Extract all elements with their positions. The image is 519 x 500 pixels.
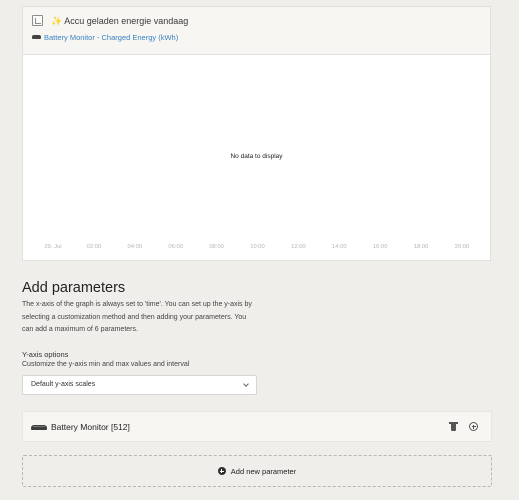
parameter-row: Battery Monitor [512] xyxy=(22,411,492,442)
x-tick-label: 06:00 xyxy=(168,244,183,250)
yaxis-scale-select[interactable]: Default y-axis scales xyxy=(22,375,257,395)
x-tick-label: 20:00 xyxy=(454,244,470,250)
add-new-parameter-label: Add new parameter xyxy=(230,466,297,476)
x-tick-label: 16:00 xyxy=(372,244,388,250)
parameter-label: Battery Monitor [512] xyxy=(51,422,130,432)
x-tick-label: 14:00 xyxy=(332,244,347,250)
sparkles-icon: ✨ xyxy=(51,16,63,26)
plus-circle-icon xyxy=(217,467,226,475)
x-tick-label: 02:00 xyxy=(86,244,102,250)
x-tick-label: 10:00 xyxy=(250,244,265,250)
x-tick-label: 18:00 xyxy=(413,244,429,250)
section-description: The x-axis of the graph is always set to… xyxy=(22,301,252,333)
yaxis-options-label: Y-axis options xyxy=(22,350,69,359)
chevron-down-icon xyxy=(243,381,249,387)
series-label[interactable]: Battery Monitor - Charged Energy (kWh) xyxy=(44,33,178,42)
yaxis-options-help: Customize the y-axis min and max values … xyxy=(22,361,190,368)
x-tick-label: 12:00 xyxy=(291,244,306,250)
select-value: Default y-axis scales xyxy=(31,381,96,388)
series-legend-item[interactable]: Battery Monitor - Charged Energy (kWh) xyxy=(32,32,178,42)
x-tick-label: 29. Jul xyxy=(44,244,62,250)
chart-icon xyxy=(32,15,43,26)
chart-title: ✨ Accu geladen energie vandaag xyxy=(51,16,188,27)
trash-icon[interactable] xyxy=(449,422,458,431)
x-tick-label: 04:00 xyxy=(127,244,143,250)
chart-plot-area: No data to display 29. Jul 02:00 04:00 06:0… xyxy=(23,56,490,261)
chart-header: ✨ Accu geladen energie vandaag Battery Mo… xyxy=(23,7,490,55)
chart-card: ✨ Accu geladen energie vandaag Battery Mo… xyxy=(22,6,491,261)
x-tick-label: 08:00 xyxy=(209,244,224,250)
add-new-parameter-button[interactable]: Add new parameter xyxy=(22,455,492,487)
battery-monitor-icon xyxy=(32,35,41,39)
battery-monitor-icon xyxy=(31,425,47,430)
no-data-message: No data to display xyxy=(230,153,283,160)
add-circle-icon[interactable] xyxy=(469,422,478,431)
section-title: Add parameters xyxy=(22,280,126,296)
x-axis: 29. Jul 02:00 04:00 06:00 08:00 10:00 12:00 14:… xyxy=(23,244,490,254)
chart-title-text: Accu geladen energie vandaag xyxy=(64,16,189,26)
